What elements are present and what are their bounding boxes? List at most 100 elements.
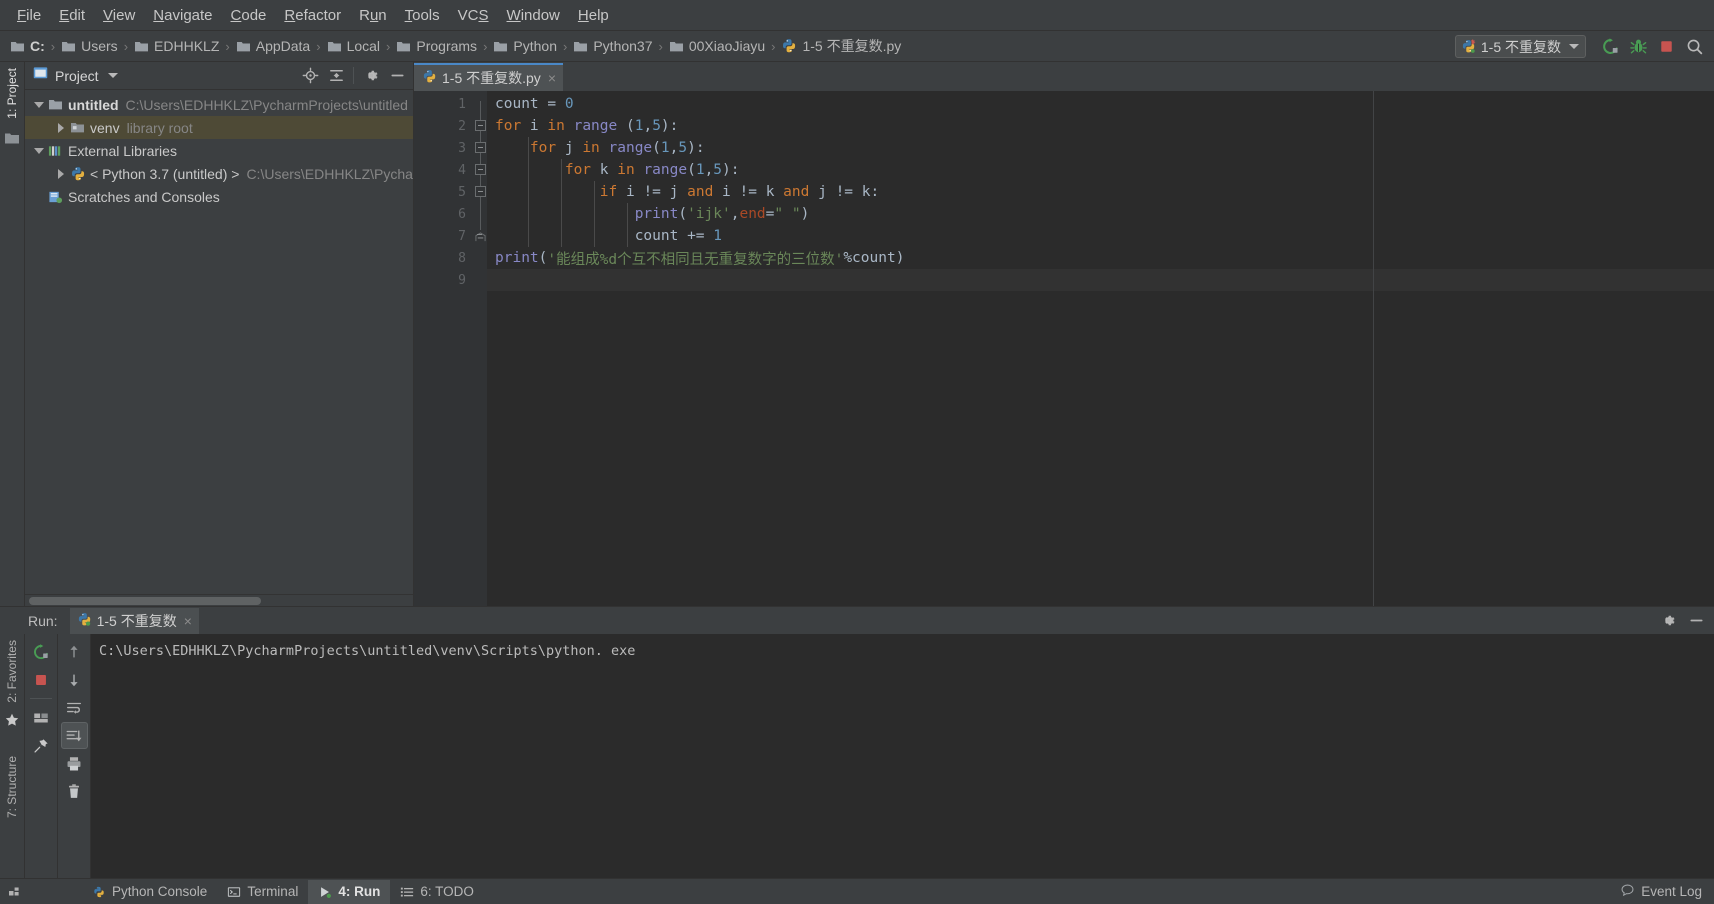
run-tab[interactable]: 1-5 不重复数 × [69,607,199,634]
menu-item-view[interactable]: View [94,4,144,27]
breadcrumb-item-6[interactable]: Python [493,38,557,54]
run-console-output[interactable]: C:\Users\EDHHKLZ\PycharmProjects\untitle… [91,634,1714,878]
menu-item-code[interactable]: Code [222,4,276,27]
status-tab-terminal[interactable]: Terminal [217,880,308,904]
tree-node-3[interactable]: < Python 3.7 (untitled) > C:\Users\EDHHKL… [25,162,413,185]
sidebar-item-structure[interactable]: 7: Structure [1,750,23,824]
code-token: print [495,250,539,266]
code-token: for [529,140,565,156]
breadcrumb-separator: › [316,38,321,54]
project-view-chevron-down-icon[interactable] [107,73,118,78]
chevron-right-icon[interactable] [53,168,69,179]
fold-toggle-icon[interactable] [475,142,486,153]
tree-node-1[interactable]: venv library root [25,116,413,139]
breadcrumb-label: AppData [255,38,311,54]
code-line-8[interactable]: print('能组成%d个互不相同且无重复数字的三位数' %count) [487,247,1714,269]
settings-button[interactable] [359,64,383,88]
code-line-3[interactable]: for j in range(1, 5): [487,137,1714,159]
debug-button[interactable] [1624,33,1652,61]
scroll-up-button[interactable] [61,638,88,665]
fold-toggle-icon[interactable] [475,186,486,197]
run-hide-button[interactable] [1684,609,1708,633]
chevron-right-icon[interactable] [53,122,69,133]
project-panel-title: Project [55,67,99,84]
close-icon[interactable]: × [548,71,556,85]
sidebar-item-project[interactable]: 1: Project [1,62,23,125]
fold-toggle-icon[interactable] [475,164,486,175]
editor-tab-active[interactable]: 1-5 不重复数.py × [414,63,563,91]
layout-settings-button[interactable] [28,704,55,731]
soft-wrap-button[interactable] [61,694,88,721]
menu-item-help[interactable]: Help [569,4,618,27]
clear-all-button[interactable] [61,778,88,805]
project-horizontal-scrollbar[interactable] [25,594,413,606]
code-line-2[interactable]: for i in range (1, 5): [487,115,1714,137]
tool-windows-grip[interactable] [4,885,26,899]
code-line-1[interactable]: count = 0 [487,93,1714,115]
code-line-9[interactable] [487,269,1714,291]
fold-end-marker[interactable] [475,230,486,242]
libraries-icon [47,144,64,158]
breadcrumb-item-9[interactable]: 1-5 不重复数.py [781,36,901,56]
scratches-icon [47,190,64,204]
code-line-4[interactable]: for k in range(1, 5): [487,159,1714,181]
project-tree[interactable]: untitled C:\Users\EDHHKLZ\PycharmProjects… [25,90,413,594]
pin-tab-button[interactable] [28,732,55,759]
menu-item-window[interactable]: Window [498,4,569,27]
breadcrumb-item-0[interactable]: C: [10,38,45,54]
run-settings-button[interactable] [1656,609,1680,633]
menu-item-run[interactable]: Run [350,4,396,27]
rerun-button[interactable] [28,638,55,665]
stop-button[interactable] [28,666,55,693]
code-line-5[interactable]: if i != j and i != k and j != k: [487,181,1714,203]
editor-viewport[interactable]: 123456789 count = 0 for i in range (1, 5):… [414,91,1714,606]
close-icon[interactable]: × [184,614,192,628]
star-icon [5,713,19,732]
hide-panel-button[interactable] [385,64,409,88]
code-line-7[interactable]: count += 1 [487,225,1714,247]
run-configuration-selector[interactable]: 1-5 不重复数 [1454,35,1586,58]
code-line-6[interactable]: print('ijk', end = " ") [487,203,1714,225]
search-everywhere-button[interactable] [1680,33,1708,61]
scroll-down-button[interactable] [61,666,88,693]
indent-guide [594,181,595,247]
menu-item-edit[interactable]: Edit [50,4,94,27]
print-button[interactable] [61,750,88,777]
chevron-down-icon[interactable] [31,147,47,154]
menu-item-navigate[interactable]: Navigate [144,4,221,27]
tree-node-0[interactable]: untitled C:\Users\EDHHKLZ\PycharmProjects… [25,93,413,116]
code-folding-column[interactable] [474,91,487,606]
event-log-button[interactable]: Event Log [1620,883,1702,901]
code-token: 1 [660,140,670,156]
menu-item-refactor[interactable]: Refactor [275,4,350,27]
menu-item-vcs[interactable]: VCS [449,4,498,27]
code-content[interactable]: count = 0 for i in range (1, 5): for j in … [487,91,1714,606]
menu-item-file[interactable]: File [8,4,50,27]
rerun-button[interactable] [1596,33,1624,61]
breadcrumb-item-1[interactable]: Users [61,38,118,54]
breadcrumb-item-7[interactable]: Python37 [573,38,653,54]
chevron-down-icon[interactable] [1569,44,1579,49]
status-tab-4-run[interactable]: 4: Run [308,879,391,904]
tree-node-2[interactable]: External Libraries [25,139,413,162]
fold-toggle-icon[interactable] [475,120,486,131]
menu-item-tools[interactable]: Tools [396,4,449,27]
breadcrumb-label: C: [30,38,45,54]
status-tab-python-console[interactable]: Python Console [82,880,217,904]
breadcrumb-item-3[interactable]: AppData [236,38,310,54]
breadcrumb-item-5[interactable]: Programs [396,38,477,54]
breadcrumb-item-2[interactable]: EDHHKLZ [134,38,219,54]
chevron-down-icon[interactable] [31,101,47,108]
locate-file-button[interactable] [298,64,322,88]
collapse-all-button[interactable] [324,64,348,88]
breadcrumb-item-4[interactable]: Local [327,38,380,54]
tree-node-4[interactable]: Scratches and Consoles [25,185,413,208]
scrollbar-thumb[interactable] [29,597,261,605]
code-token: in [617,162,644,178]
status-tab-6-todo[interactable]: 6: TODO [390,880,484,904]
breadcrumb-item-8[interactable]: 00XiaoJiayu [669,38,765,54]
stop-button[interactable] [1652,33,1680,61]
scroll-to-end-button[interactable] [60,722,88,749]
sidebar-item-favorites[interactable]: 2: Favorites [1,634,23,709]
